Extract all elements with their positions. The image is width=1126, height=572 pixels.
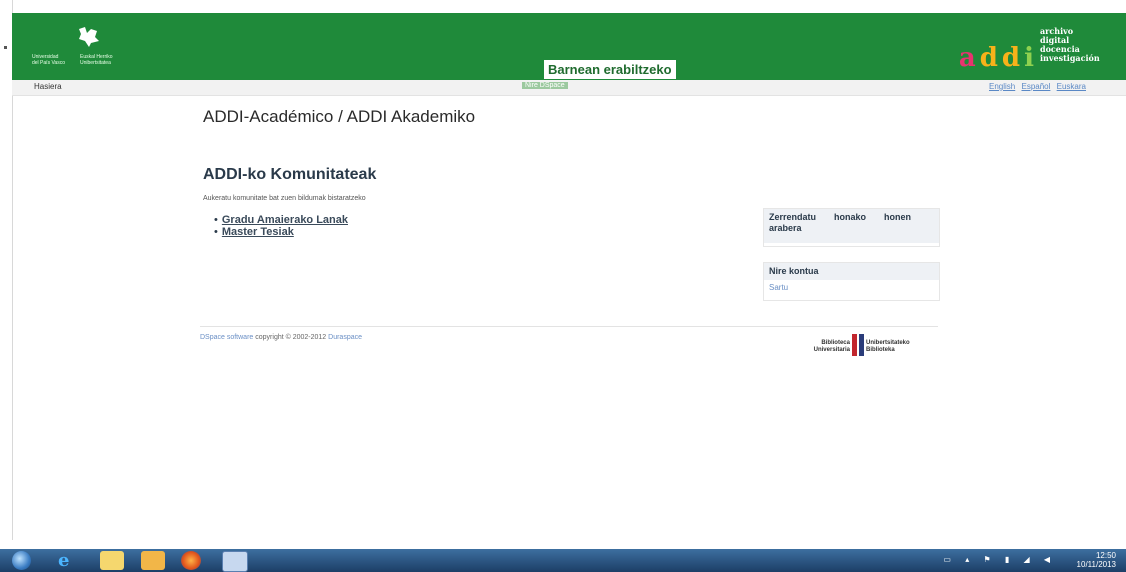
brand-letter: d <box>979 43 1002 73</box>
list-item: • Gradu Amaierako Lanak <box>214 214 348 226</box>
account-box-title: Nire kontua <box>764 263 939 280</box>
university-library-logo[interactable]: Biblioteca Universitaria Unibertsitateko… <box>790 332 940 358</box>
section-title: ADDI-ko Komunitateak <box>203 166 377 183</box>
library-name-eu: Unibertsitateko Biblioteka <box>866 340 946 354</box>
account-box: Nire kontua Sartu <box>763 262 940 301</box>
start-button[interactable] <box>12 551 31 570</box>
application-icon[interactable] <box>222 551 248 572</box>
brand-letter: d <box>1001 43 1025 73</box>
brand-letter: a <box>958 43 980 73</box>
system-tray[interactable]: ▭ ▴ ⚑ ▮ ◢ ◀ <box>943 555 1056 564</box>
browse-title-word: honen <box>884 212 912 222</box>
section-description: Aukeratu komunitate bat zuen bildumak bi… <box>203 195 366 202</box>
browse-title-word: Zerrendatu <box>769 212 817 222</box>
university-name-eu: Euskal Herriko Unibertsitatea <box>80 54 140 66</box>
intranet-label: Barnean erabiltzeko <box>544 60 676 79</box>
clock[interactable]: 12:50 10/11/2013 <box>1077 551 1116 569</box>
lang-basque-link[interactable]: Euskara <box>1057 82 1086 91</box>
login-link[interactable]: Sartu <box>764 280 939 295</box>
tagline-line: investigación <box>1040 53 1100 63</box>
community-link[interactable]: Gradu Amaierako Lanak <box>222 214 348 226</box>
mail-icon[interactable] <box>141 551 165 570</box>
lang-spanish-link[interactable]: Español <box>1021 82 1050 91</box>
site-header: Universidad del País Vasco Euskal Herrik… <box>12 13 1126 80</box>
library-text-line: Universitaria <box>813 347 850 353</box>
community-list: • Gradu Amaierako Lanak • Master Tesiak <box>214 214 348 238</box>
duraspace-link[interactable]: Duraspace <box>328 334 362 341</box>
library-text-line: Biblioteca <box>821 340 850 346</box>
library-mark-red <box>852 334 857 356</box>
clock-time: 12:50 <box>1095 551 1116 560</box>
internet-explorer-icon[interactable]: e <box>58 551 82 570</box>
nav-home-link[interactable]: Hasiera <box>34 82 62 91</box>
addi-brand-logo[interactable]: addi <box>959 43 1038 73</box>
library-name-es: Biblioteca Universitaria <box>790 340 850 354</box>
language-switcher: English Español Euskara <box>985 82 1086 91</box>
copyright-text: copyright © 2002-2012 <box>255 334 327 341</box>
edge-marker <box>4 46 7 49</box>
browse-title-word: honako <box>834 212 867 222</box>
clock-date: 10/11/2013 <box>1076 560 1116 569</box>
library-text-line: Unibertsitateko <box>866 340 910 346</box>
bullet-icon: • <box>214 214 218 226</box>
page-title: ADDI-Académico / ADDI Akademiko <box>203 107 476 126</box>
library-text-line: Biblioteka <box>866 347 895 353</box>
browse-title-word: arabera <box>769 223 802 233</box>
file-explorer-icon[interactable] <box>100 551 124 570</box>
firefox-icon[interactable] <box>181 551 201 570</box>
dspace-software-link[interactable]: DSpace software <box>200 334 253 341</box>
bullet-icon: • <box>214 226 218 238</box>
nav-my-dspace-link[interactable]: Nire DSpace <box>522 82 568 89</box>
library-mark-blue <box>859 334 864 356</box>
logo-text-line: Unibertsitatea <box>80 60 111 66</box>
university-tree-logo-icon <box>79 27 99 47</box>
browse-box: Zerrendatu honako honen arabera <box>763 208 940 247</box>
lang-english-link[interactable]: English <box>989 82 1015 91</box>
footer-divider <box>200 326 938 327</box>
list-item: • Master Tesiak <box>214 226 348 238</box>
footer-copyright: DSpace software copyright © 2002-2012 Du… <box>200 334 362 341</box>
browse-box-title: Zerrendatu honako honen arabera <box>764 209 939 243</box>
windows-taskbar: e ▭ ▴ ⚑ ▮ ◢ ◀ 12:50 10/11/2013 <box>0 549 1126 572</box>
navigation-bar: Hasiera Nire DSpace English Español Eusk… <box>12 80 1126 96</box>
brand-tagline: archivo digital docencia investigación <box>1040 27 1120 63</box>
brand-letter: i <box>1024 43 1038 73</box>
community-link[interactable]: Master Tesiak <box>222 226 294 238</box>
